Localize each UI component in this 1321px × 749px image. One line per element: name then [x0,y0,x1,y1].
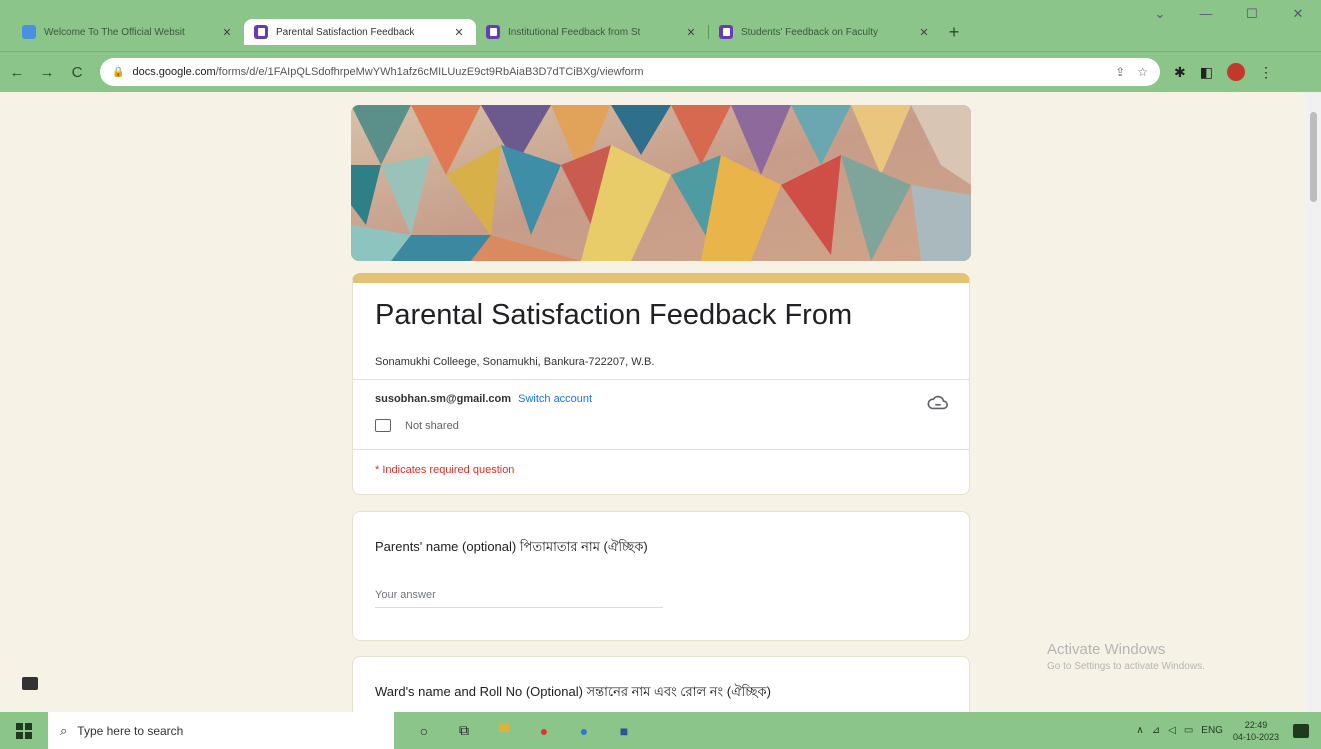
tab-search-icon[interactable]: ⌄ [1137,6,1183,22]
tab-label: Institutional Feedback from St [508,26,641,38]
tray-overflow-icon[interactable]: ∧ [1136,725,1143,736]
tab-close-icon[interactable]: ✕ [684,26,698,39]
not-shared-indicator: Not shared [375,419,459,432]
banner-pattern [351,105,971,261]
maximize-icon[interactable]: ☐ [1229,6,1275,22]
browser-toolbar: ← → C 🔒 docs.google.com/forms/d/e/1FAIpQ… [0,52,1321,92]
account-info: susobhan.sm@gmail.com Switch account [375,393,592,405]
page-scrollbar[interactable] [1306,92,1321,712]
lock-icon[interactable]: 🔒 [112,67,124,78]
chrome-icon[interactable]: ● [524,712,564,749]
share-icon[interactable]: ⇪ [1115,65,1125,79]
notification-center-icon[interactable] [1293,723,1309,738]
tab-institutional-feedback[interactable]: Institutional Feedback from St ✕ [476,19,708,45]
windows-taskbar: ⌕ Type here to search ○ ⧉ ▀ ● ● ■ ∧ ⊿ ◁ … [0,712,1321,749]
account-email: susobhan.sm@gmail.com [375,393,512,405]
question-card-wards-name: Ward's name and Roll No (Optional) সন্তা… [352,656,970,712]
word-icon[interactable]: ■ [604,712,644,749]
divider [353,379,969,380]
windows-logo-icon [16,722,32,739]
reload-icon[interactable]: C [64,64,90,81]
file-explorer-icon[interactable]: ▀ [484,712,524,749]
google-forms-icon [719,25,733,39]
clock-time: 22:49 [1244,719,1268,730]
tab-parental-satisfaction[interactable]: Parental Satisfaction Feedback ✕ [244,19,476,45]
close-window-icon[interactable]: ✕ [1275,6,1321,22]
not-shared-icon [375,419,391,432]
tab-label: Students' Feedback on Faculty [741,26,878,38]
menu-kebab-icon[interactable]: ⋮ [1259,64,1273,81]
tab-close-icon[interactable]: ✕ [917,26,931,39]
required-note: * Indicates required question [375,464,515,476]
parents-name-input[interactable] [375,582,663,608]
question-label: Parents' name (optional) পিতামাতার নাম (… [375,539,648,554]
activate-windows-watermark: Activate Windows Go to Settings to activ… [1047,641,1205,672]
clock-date: 04-10-2023 [1232,731,1279,742]
cortana-icon[interactable]: ○ [404,712,444,749]
google-forms-icon [254,25,268,39]
not-shared-label: Not shared [405,419,459,432]
form-title: Parental Satisfaction Feedback From [375,299,853,331]
side-panel-icon[interactable]: ◧ [1200,64,1213,81]
new-tab-button[interactable]: + [941,19,967,45]
tab-close-icon[interactable]: ✕ [220,26,234,39]
report-feedback-icon[interactable] [22,677,38,690]
google-forms-icon [486,25,500,39]
tab-label: Parental Satisfaction Feedback [276,26,415,38]
taskbar-search[interactable]: ⌕ Type here to search [48,712,394,749]
form-header-banner [351,105,971,261]
forward-arrow-icon[interactable]: → [34,64,60,81]
language-indicator[interactable]: ENG [1201,725,1223,736]
question-card-parents-name: Parents' name (optional) পিতামাতার নাম (… [352,511,970,641]
watermark-subtitle: Go to Settings to activate Windows. [1047,661,1205,672]
volume-icon[interactable]: ◁ [1168,725,1176,736]
form-description: Sonamukhi Colleege, Sonamukhi, Bankura-7… [375,356,655,368]
cloud-offline-icon[interactable] [927,393,949,411]
taskbar-search-placeholder: Type here to search [77,723,184,738]
task-view-icon[interactable]: ⧉ [444,712,484,749]
address-bar[interactable]: 🔒 docs.google.com/forms/d/e/1FAIpQLSdofh… [100,58,1160,86]
start-button[interactable] [0,712,48,749]
extensions-puzzle-icon[interactable]: ✱ [1174,64,1186,81]
tab-welcome[interactable]: Welcome To The Official Websit ✕ [12,19,244,45]
switch-account-link[interactable]: Switch account [518,393,592,405]
page-viewport: Parental Satisfaction Feedback From Sona… [0,92,1306,712]
form-title-card: Parental Satisfaction Feedback From Sona… [352,273,970,495]
site-favicon-icon [22,25,36,39]
url-text: docs.google.com/forms/d/e/1FAIpQLSdofhrp… [132,66,644,78]
window-controls: ⌄ — ☐ ✕ [1137,6,1321,22]
profile-avatar[interactable] [1226,63,1245,81]
divider [353,449,969,450]
tab-list: Welcome To The Official Websit ✕ Parenta… [12,19,967,45]
minimize-icon[interactable]: — [1183,6,1229,22]
network-icon[interactable]: ⊿ [1152,725,1160,736]
question-label: Ward's name and Roll No (Optional) সন্তা… [375,684,771,699]
browser-tab-strip: Welcome To The Official Websit ✕ Parenta… [0,0,1321,52]
battery-icon[interactable]: ▭ [1184,725,1193,736]
search-icon: ⌕ [60,722,68,738]
tab-label: Welcome To The Official Websit [44,26,185,38]
clock[interactable]: 22:49 04-10-2023 [1233,719,1279,743]
tab-close-icon[interactable]: ✕ [452,26,466,39]
chrome-profile-icon[interactable]: ● [564,712,604,749]
back-arrow-icon[interactable]: ← [4,64,30,81]
scrollbar-thumb[interactable] [1310,112,1317,202]
tab-students-feedback[interactable]: Students' Feedback on Faculty ✕ [709,19,941,45]
taskbar-pinned-apps: ○ ⧉ ▀ ● ● ■ [404,712,644,749]
system-tray: ∧ ⊿ ◁ ▭ ENG 22:49 04-10-2023 [1128,712,1309,749]
watermark-title: Activate Windows [1047,641,1166,658]
bookmark-star-icon[interactable]: ☆ [1137,65,1148,79]
